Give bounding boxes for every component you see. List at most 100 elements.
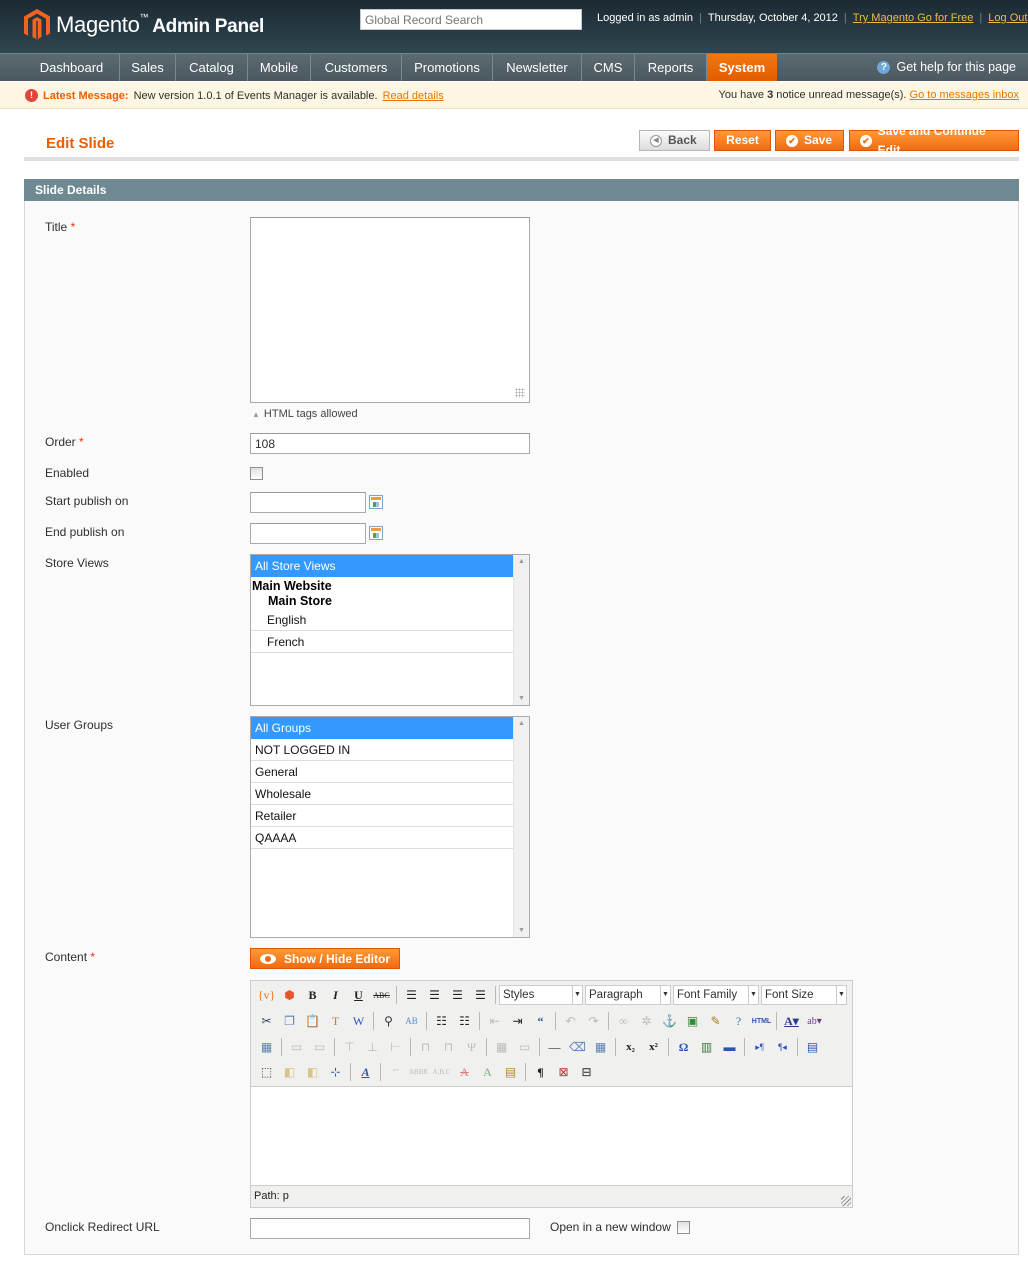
styles-select[interactable]: Styles ▼ bbox=[499, 985, 583, 1005]
user-group-option[interactable]: Retailer bbox=[251, 805, 513, 827]
nav-cms[interactable]: CMS bbox=[582, 54, 635, 81]
order-input[interactable] bbox=[250, 433, 530, 454]
font-size-select[interactable]: Font Size ▼ bbox=[761, 985, 847, 1005]
user-group-option[interactable]: QAAAA bbox=[251, 827, 513, 849]
bullet-list-icon[interactable]: ☷ bbox=[430, 1011, 453, 1031]
indent-icon[interactable]: ⇥ bbox=[506, 1011, 529, 1031]
paste-word-icon[interactable]: W bbox=[347, 1011, 370, 1031]
try-magento-go-link[interactable]: Try Magento Go for Free bbox=[853, 12, 974, 24]
reset-button[interactable]: Reset bbox=[714, 130, 771, 151]
move-backward-icon[interactable]: ◧ bbox=[301, 1062, 324, 1082]
underline-icon[interactable]: U bbox=[347, 985, 370, 1005]
remove-format-icon[interactable]: ⌫ bbox=[566, 1037, 589, 1057]
user-group-option[interactable]: Wholesale bbox=[251, 783, 513, 805]
unlink-icon[interactable]: ✲ bbox=[635, 1011, 658, 1031]
styleprops-icon[interactable]: A bbox=[354, 1062, 377, 1082]
move-forward-icon[interactable]: ◧ bbox=[278, 1062, 301, 1082]
cut-icon[interactable]: ✂ bbox=[255, 1011, 278, 1031]
scrollbar[interactable]: ▲ ▼ bbox=[513, 717, 529, 937]
calendar-icon[interactable] bbox=[369, 526, 383, 540]
user-group-option[interactable]: General bbox=[251, 761, 513, 783]
acronym-icon[interactable]: A.B.C bbox=[430, 1062, 453, 1082]
attributes-icon[interactable]: ▤ bbox=[499, 1062, 522, 1082]
insert-variable-icon[interactable]: {v} bbox=[255, 985, 278, 1005]
italic-icon[interactable]: I bbox=[324, 985, 347, 1005]
subscript-icon[interactable]: x₂ bbox=[619, 1037, 642, 1057]
undo-icon[interactable]: ↶ bbox=[559, 1011, 582, 1031]
logout-link[interactable]: Log Out bbox=[988, 12, 1027, 24]
user-groups-select[interactable]: All Groups NOT LOGGED IN General Wholesa… bbox=[250, 716, 530, 938]
read-details-link[interactable]: Read details bbox=[383, 90, 444, 102]
media-icon[interactable]: ▥ bbox=[695, 1037, 718, 1057]
nav-promotions[interactable]: Promotions bbox=[402, 54, 493, 81]
special-char-icon[interactable]: Ω bbox=[672, 1037, 695, 1057]
back-button[interactable]: ◀ Back bbox=[639, 130, 710, 151]
store-view-option[interactable]: All Store Views bbox=[251, 555, 513, 577]
save-continue-button[interactable]: ✔ Save and Continue Edit bbox=[849, 124, 1019, 157]
insert-table-icon[interactable]: ▦ bbox=[589, 1037, 612, 1057]
messages-inbox-link[interactable]: Go to messages inbox bbox=[910, 89, 1019, 101]
insert-layer-icon[interactable]: ⬚ bbox=[255, 1062, 278, 1082]
insert-row-after-icon[interactable]: ⊥ bbox=[361, 1037, 384, 1057]
ltr-icon[interactable]: ▸¶ bbox=[748, 1037, 771, 1057]
nonbreaking-icon[interactable]: ⊠ bbox=[552, 1062, 575, 1082]
nav-dashboard[interactable]: Dashboard bbox=[24, 54, 120, 81]
enabled-checkbox[interactable] bbox=[250, 467, 263, 480]
store-view-option[interactable]: English bbox=[251, 609, 513, 631]
resize-handle[interactable] bbox=[515, 388, 525, 398]
help-link[interactable]: ? Get help for this page bbox=[877, 60, 1016, 74]
find-icon[interactable]: ⚲ bbox=[377, 1011, 400, 1031]
global-search-input[interactable] bbox=[360, 9, 582, 30]
help-icon[interactable]: ? bbox=[727, 1011, 750, 1031]
title-textarea[interactable] bbox=[250, 217, 530, 403]
nav-mobile[interactable]: Mobile bbox=[248, 54, 311, 81]
store-view-option[interactable]: French bbox=[251, 631, 513, 653]
cell-props-icon[interactable]: ▭ bbox=[308, 1037, 331, 1057]
rtl-icon[interactable]: ¶◂ bbox=[771, 1037, 794, 1057]
outdent-icon[interactable]: ⇤ bbox=[483, 1011, 506, 1031]
bold-icon[interactable]: B bbox=[301, 985, 324, 1005]
text-color-icon[interactable]: A▾ bbox=[780, 1011, 803, 1031]
html-source-icon[interactable]: HTML bbox=[750, 1011, 773, 1031]
nav-newsletter[interactable]: Newsletter bbox=[493, 54, 582, 81]
advanced-hr-icon[interactable]: ▬ bbox=[718, 1037, 741, 1057]
store-views-select[interactable]: All Store Views Main Website Main Store … bbox=[250, 554, 530, 706]
replace-icon[interactable]: AB bbox=[400, 1011, 423, 1031]
table-props-icon[interactable]: ▦ bbox=[255, 1037, 278, 1057]
redirect-url-input[interactable] bbox=[250, 1218, 530, 1239]
logo[interactable]: Magento™ Admin Panel bbox=[24, 9, 264, 41]
font-family-select[interactable]: Font Family ▼ bbox=[673, 985, 759, 1005]
align-left-icon[interactable]: ☰ bbox=[400, 985, 423, 1005]
merge-cells-icon[interactable]: ▭ bbox=[513, 1037, 536, 1057]
redo-icon[interactable]: ↷ bbox=[582, 1011, 605, 1031]
align-right-icon[interactable]: ☰ bbox=[446, 985, 469, 1005]
calendar-icon[interactable] bbox=[369, 495, 383, 509]
blockquote-icon[interactable]: “ bbox=[529, 1011, 552, 1031]
fullscreen-icon[interactable]: ▤ bbox=[801, 1037, 824, 1057]
save-button[interactable]: ✔ Save bbox=[775, 130, 844, 151]
split-cells-icon[interactable]: ▦ bbox=[490, 1037, 513, 1057]
start-publish-input[interactable] bbox=[250, 492, 366, 513]
nav-catalog[interactable]: Catalog bbox=[176, 54, 248, 81]
image-icon[interactable]: ▣ bbox=[681, 1011, 704, 1031]
align-center-icon[interactable]: ☰ bbox=[423, 985, 446, 1005]
insert-col-after-icon[interactable]: ⊓ bbox=[437, 1037, 460, 1057]
new-window-checkbox[interactable] bbox=[677, 1221, 690, 1234]
paste-icon[interactable]: 📋 bbox=[301, 1011, 324, 1031]
insert-col-before-icon[interactable]: ⊓ bbox=[414, 1037, 437, 1057]
insert-row-before-icon[interactable]: ⊤ bbox=[338, 1037, 361, 1057]
paste-text-icon[interactable]: T bbox=[324, 1011, 347, 1031]
scrollbar[interactable]: ▲ ▼ bbox=[513, 555, 529, 705]
strikethrough-icon[interactable]: ABC bbox=[370, 985, 393, 1005]
absolute-icon[interactable]: ⊹ bbox=[324, 1062, 347, 1082]
format-select[interactable]: Paragraph ▼ bbox=[585, 985, 671, 1005]
copy-icon[interactable]: ❐ bbox=[278, 1011, 301, 1031]
user-group-option[interactable]: All Groups bbox=[251, 717, 513, 739]
nav-sales[interactable]: Sales bbox=[120, 54, 176, 81]
cite-icon[interactable]: “” bbox=[384, 1062, 407, 1082]
end-publish-input[interactable] bbox=[250, 523, 366, 544]
nav-customers[interactable]: Customers bbox=[311, 54, 402, 81]
numbered-list-icon[interactable]: ☷ bbox=[453, 1011, 476, 1031]
pagebreak-icon[interactable]: ⊟ bbox=[575, 1062, 598, 1082]
align-justify-icon[interactable]: ☰ bbox=[469, 985, 492, 1005]
